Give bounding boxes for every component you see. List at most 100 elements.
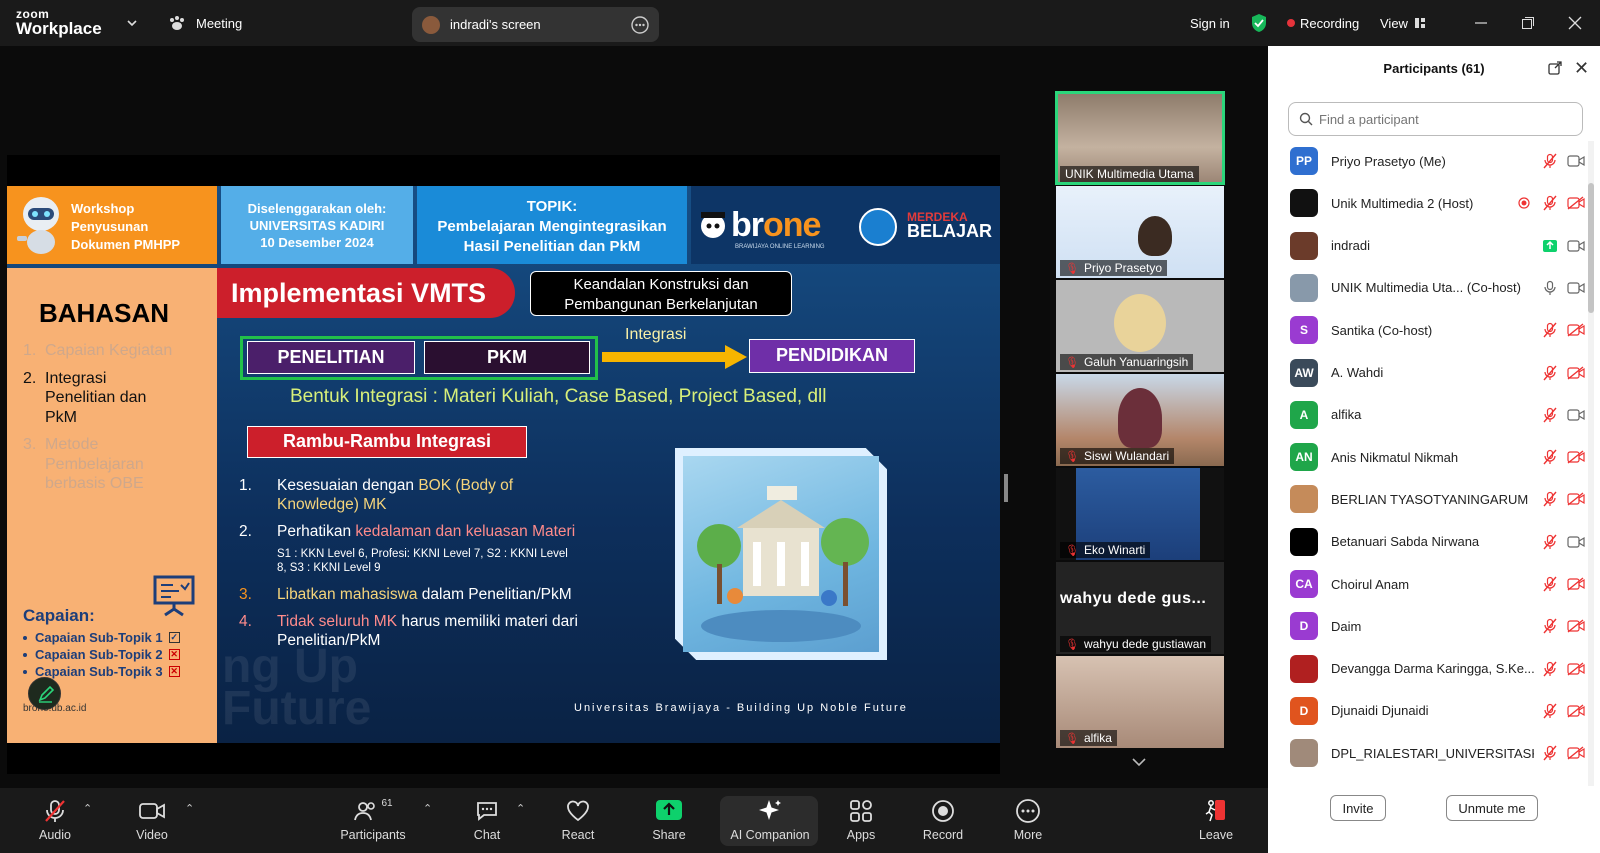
record-icon	[932, 800, 954, 822]
video-button[interactable]: Video	[131, 788, 173, 853]
meeting-menu[interactable]: Meeting	[168, 0, 242, 46]
ai-companion-button[interactable]: AI Companion	[727, 788, 813, 853]
participant-row[interactable]: Unik Multimedia 2 (Host)	[1290, 183, 1586, 223]
sparkle-icon	[759, 800, 781, 820]
mic-muted-icon[interactable]	[1540, 534, 1560, 550]
audio-button[interactable]: Audio	[36, 788, 74, 853]
video-tile[interactable]: wahyu dede gus... 🎙 wahyu dede gustiawan	[1056, 562, 1224, 654]
mic-muted-icon[interactable]	[1540, 365, 1560, 381]
participant-row[interactable]: Betanuari Sabda Nirwana	[1290, 522, 1586, 562]
view-button[interactable]: View	[1380, 0, 1426, 46]
recording-indicator[interactable]: Recording	[1287, 0, 1359, 46]
participant-row[interactable]: D Daim	[1290, 606, 1586, 646]
video-tile[interactable]: 🎙 Priyo Prasetyo	[1056, 186, 1224, 278]
camera-off-icon[interactable]	[1566, 491, 1586, 507]
participant-search[interactable]	[1288, 102, 1583, 136]
workshop-line-1: Workshop	[71, 201, 135, 216]
camera-off-icon[interactable]	[1566, 365, 1586, 381]
mic-muted-icon[interactable]	[1540, 576, 1560, 592]
camera-icon[interactable]	[1566, 534, 1586, 550]
participant-row[interactable]: AN Anis Nikmatul Nikmah	[1290, 437, 1586, 477]
app-menu-chevron-icon[interactable]	[126, 0, 138, 46]
camera-icon[interactable]	[1566, 280, 1586, 296]
participant-row[interactable]: BERLIAN TYASOTYANINGARUM	[1290, 479, 1586, 519]
share-button[interactable]: Share	[651, 788, 687, 853]
mic-icon[interactable]	[1540, 280, 1560, 296]
participant-row[interactable]: UNIK Multimedia Uta... (Co-host)	[1290, 268, 1586, 308]
video-tile[interactable]: 🎙 Eko Winarti	[1056, 468, 1224, 560]
organizer-line-3: 10 Desember 2024	[260, 235, 374, 250]
camera-icon[interactable]	[1566, 153, 1586, 169]
close-window-icon[interactable]	[1568, 0, 1582, 46]
video-tile[interactable]: 🎙 Siswi Wulandari	[1056, 374, 1224, 466]
camera-off-icon[interactable]	[1566, 576, 1586, 592]
participant-row[interactable]: PP Priyo Prasetyo (Me)	[1290, 141, 1586, 181]
video-tile[interactable]: 🎙 Galuh Yanuaringsih	[1056, 280, 1224, 372]
camera-off-icon[interactable]	[1566, 745, 1586, 761]
sign-in-link[interactable]: Sign in	[1190, 0, 1230, 46]
video-tile[interactable]: 🎙 alfika	[1056, 656, 1224, 748]
minimize-icon[interactable]	[1474, 0, 1488, 46]
participant-row[interactable]: S Santika (Co-host)	[1290, 310, 1586, 350]
annotate-pen-button[interactable]	[28, 677, 61, 710]
video-tile[interactable]: UNIK Multimedia Utama	[1055, 91, 1225, 185]
camera-icon[interactable]	[1566, 238, 1586, 254]
screen-share-pill[interactable]: indradi's screen	[412, 7, 659, 42]
participant-name: Santika (Co-host)	[1331, 322, 1433, 338]
restore-icon[interactable]	[1521, 0, 1535, 46]
participants-options-caret-icon[interactable]: ⌃	[423, 802, 432, 815]
more-button[interactable]: More	[1011, 788, 1045, 853]
apps-button[interactable]: Apps	[845, 788, 877, 853]
camera-off-icon[interactable]	[1566, 195, 1586, 211]
participant-name: BERLIAN TYASOTYANINGARUM	[1331, 491, 1529, 507]
chat-button[interactable]: Chat	[470, 788, 504, 853]
participant-row[interactable]: Devangga Darma Karingga, S.Ke...	[1290, 649, 1586, 689]
capaian-list: Capaian Sub-Topik 1 ✓ Capaian Sub-Topik 2…	[23, 629, 180, 680]
participant-avatar: AW	[1290, 358, 1318, 387]
mic-muted-icon[interactable]	[1540, 322, 1560, 338]
audio-options-caret-icon[interactable]: ⌃	[83, 802, 92, 815]
participants-scrollbar[interactable]	[1588, 141, 1594, 831]
camera-icon[interactable]	[1566, 407, 1586, 423]
item-highlight: Tidak seluruh MK	[277, 613, 398, 630]
scroll-down-chevron-icon[interactable]	[1131, 754, 1147, 770]
item-text: dalam Penelitian/PkM	[417, 586, 572, 603]
mic-muted-icon[interactable]	[1540, 153, 1560, 169]
close-panel-icon[interactable]: ✕	[1574, 58, 1589, 79]
chat-options-caret-icon[interactable]: ⌃	[516, 802, 525, 815]
leave-button[interactable]: Leave	[1198, 788, 1234, 853]
unmute-me-button[interactable]: Unmute me	[1446, 795, 1538, 821]
camera-off-icon[interactable]	[1566, 618, 1586, 634]
rambu-item: 2. Perhatikan kedalaman dan keluasan Mate…	[239, 522, 639, 541]
mic-muted-icon[interactable]	[1540, 618, 1560, 634]
participant-row[interactable]: indradi	[1290, 226, 1586, 266]
mic-muted-icon[interactable]	[1540, 449, 1560, 465]
shield-icon[interactable]	[1250, 0, 1268, 46]
react-button[interactable]: React	[558, 788, 598, 853]
video-options-caret-icon[interactable]: ⌃	[185, 802, 194, 815]
record-button[interactable]: Record	[922, 788, 964, 853]
resize-handle[interactable]	[1004, 474, 1008, 502]
mic-muted-icon[interactable]	[1540, 195, 1560, 211]
participant-row[interactable]: CA Choirul Anam	[1290, 564, 1586, 604]
camera-off-icon[interactable]	[1566, 449, 1586, 465]
mic-muted-icon[interactable]	[1540, 661, 1560, 677]
mic-muted-icon[interactable]	[1540, 407, 1560, 423]
mic-muted-icon[interactable]	[1540, 491, 1560, 507]
participants-button[interactable]: 61 Participants	[336, 788, 410, 853]
mic-muted-icon[interactable]	[1540, 745, 1560, 761]
participant-row[interactable]: D Djunaidi Djunaidi	[1290, 691, 1586, 731]
invite-button[interactable]: Invite	[1330, 795, 1386, 821]
tile-label: 🎙 Galuh Yanuaringsih	[1060, 354, 1194, 370]
camera-off-icon[interactable]	[1566, 322, 1586, 338]
participant-row[interactable]: AW A. Wahdi	[1290, 353, 1586, 393]
mic-muted-icon[interactable]	[1540, 703, 1560, 719]
camera-off-icon[interactable]	[1566, 703, 1586, 719]
search-input[interactable]	[1319, 111, 1569, 127]
react-label: React	[561, 828, 595, 842]
participant-row[interactable]: Aalfika	[1290, 395, 1586, 435]
camera-off-icon[interactable]	[1566, 661, 1586, 677]
pop-out-icon[interactable]	[1548, 61, 1562, 75]
screen-share-icon[interactable]	[1540, 238, 1560, 254]
participant-row[interactable]: DPL_RIALESTARI_UNIVERSITASK...	[1290, 733, 1586, 773]
